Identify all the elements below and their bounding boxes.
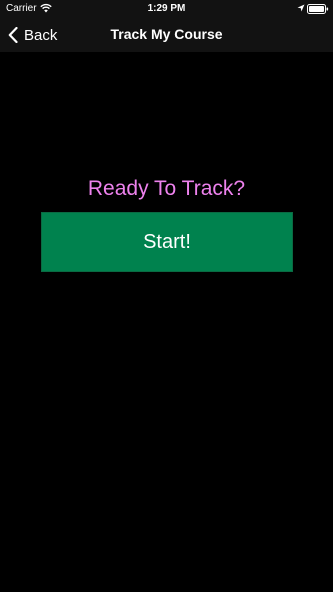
status-bar: Carrier 1:29 PM [0, 0, 333, 18]
screen: Carrier 1:29 PM Back Track My Course Rea… [0, 0, 333, 592]
ready-prompt: Ready To Track? [87, 177, 246, 200]
status-time: 1:29 PM [147, 3, 186, 14]
location-icon [297, 4, 305, 12]
page-title: Track My Course [110, 26, 223, 42]
battery-icon [307, 4, 329, 14]
nav-bar: Back Track My Course [0, 18, 333, 52]
start-button[interactable]: Start! [41, 212, 293, 272]
